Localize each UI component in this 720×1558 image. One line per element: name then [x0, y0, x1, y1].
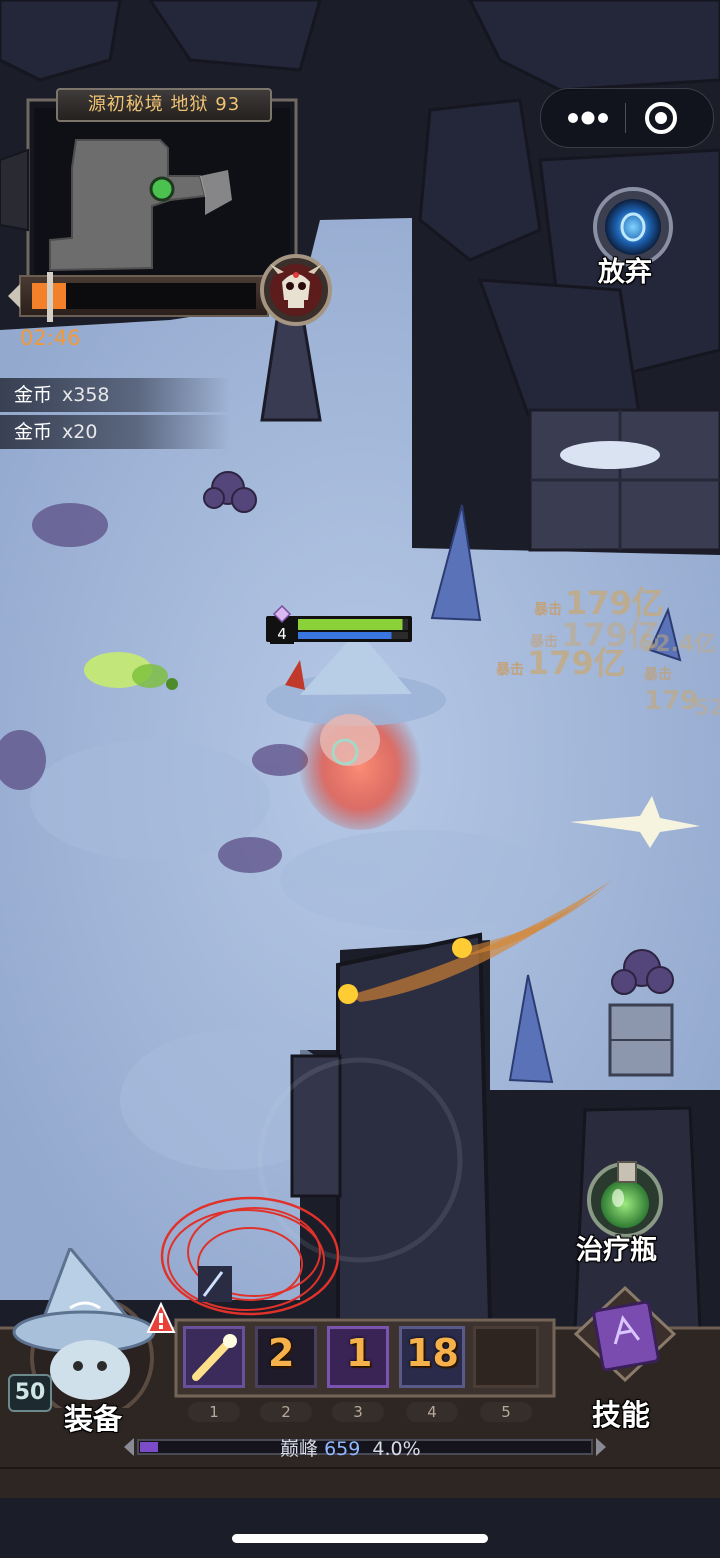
skill-slot[interactable] — [473, 1326, 539, 1388]
damage-number: 暴击179亿 — [496, 638, 626, 684]
damage-value: 179亿 — [527, 644, 626, 682]
abandon-label: 放弃 — [598, 257, 652, 288]
skill-slot[interactable] — [183, 1326, 245, 1388]
loot-item: 金币 x358 — [0, 378, 230, 412]
player-mp-fill — [298, 632, 392, 639]
miniprogram-capsule — [540, 88, 714, 148]
spellbook-icon — [570, 1284, 680, 1388]
hotkey-label: 4 — [406, 1402, 458, 1422]
skill-count: 1 — [346, 1331, 373, 1375]
skill-slot[interactable]: 18 — [399, 1326, 465, 1388]
damage-value: 179 — [644, 686, 699, 716]
skull-icon — [258, 252, 334, 328]
potion-label: 治疗瓶 — [576, 1235, 657, 1266]
annotation-scribble — [150, 1184, 350, 1324]
damage-tag: 暴击 — [496, 662, 524, 678]
damage-value: 52.4亿 — [640, 632, 717, 657]
damage-tag: 暴击 — [644, 667, 672, 683]
player-hud-level: 4 — [270, 624, 294, 644]
player-level-badge: 50 — [8, 1374, 52, 1412]
xp-fill — [140, 1442, 158, 1452]
damage-value: 52 — [694, 696, 720, 721]
dungeon-title: 源初秘境 地狱 93 — [56, 88, 272, 122]
capsule-divider — [625, 103, 626, 133]
dungeon-timer: 02:46 — [20, 326, 81, 350]
target-close-icon[interactable] — [641, 99, 681, 137]
xp-level: 659 — [324, 1438, 361, 1460]
xp-percent: 4.0% — [372, 1438, 421, 1460]
loot-item-name: 金币 — [14, 384, 53, 406]
loot-item-count: x358 — [62, 384, 110, 406]
loot-item: 金币 x20 — [0, 415, 230, 449]
player-hp-fill — [298, 619, 403, 630]
skills-label: 技能 — [592, 1398, 651, 1432]
skill-count: 18 — [406, 1331, 459, 1375]
skills-button[interactable]: 技能 — [556, 1284, 696, 1434]
loot-item-name: 金币 — [14, 421, 53, 443]
exclamation-icon — [146, 1301, 176, 1340]
abandon-button[interactable]: 放弃 — [588, 184, 678, 294]
equip-label: 装备 — [64, 1402, 123, 1436]
loot-item-count: x20 — [62, 421, 98, 443]
xp-text: 巅峰 659 4.0% — [280, 1434, 421, 1461]
more-dots-icon[interactable] — [559, 103, 617, 133]
skill-slot[interactable]: 1 — [327, 1326, 389, 1388]
damage-number: 52.4亿 — [640, 626, 716, 658]
damage-number: 52 — [694, 696, 720, 721]
potion-button[interactable]: 治疗瓶 — [574, 1150, 684, 1266]
skill-count: 2 — [268, 1331, 295, 1375]
hotkey-label: 1 — [188, 1402, 240, 1422]
skill-slot[interactable]: 2 — [255, 1326, 317, 1388]
hotkey-label: 5 — [480, 1402, 532, 1422]
hotkey-label: 3 — [332, 1402, 384, 1422]
hotkey-label: 2 — [260, 1402, 312, 1422]
xp-label: 巅峰 — [280, 1438, 319, 1460]
home-indicator[interactable] — [232, 1534, 488, 1543]
comet-skill-icon — [186, 1329, 242, 1389]
